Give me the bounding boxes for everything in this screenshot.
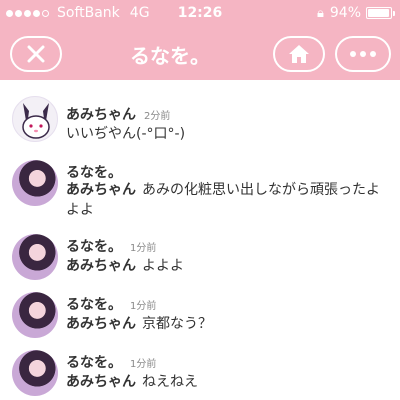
close-icon: [27, 45, 45, 63]
user-name: あみちゃん: [66, 107, 136, 123]
avatar[interactable]: [12, 96, 58, 142]
avatar[interactable]: [12, 350, 58, 396]
message-text: あみちゃん よよよ: [66, 256, 392, 276]
battery-level: [368, 9, 389, 17]
name-row: るなを。 1分前: [66, 294, 156, 314]
close-button[interactable]: [10, 36, 62, 72]
message-body: よよよ: [142, 258, 184, 274]
more-button[interactable]: [335, 36, 391, 72]
user-name: るなを。: [66, 165, 122, 181]
user-name: るなを。: [66, 297, 122, 313]
name-row: あみちゃん 2分前: [66, 104, 170, 124]
name-row: るなを。 1分前: [66, 352, 156, 372]
more-icon: [348, 51, 378, 57]
list-item[interactable]: るなを。 1分前 あみちゃん ねえねえ: [0, 348, 400, 400]
header-bar: SoftBank 4G 12:26 🔒︎ 94% るなを。: [0, 0, 400, 80]
status-right: 🔒︎ 94%: [316, 5, 395, 21]
home-button[interactable]: [273, 36, 325, 72]
message-sender: あみちゃん: [66, 258, 136, 274]
message-text: あみちゃん 京都なう？: [66, 314, 392, 334]
user-name: るなを。: [66, 239, 122, 255]
timestamp: 1分前: [130, 359, 157, 370]
avatar[interactable]: [12, 160, 58, 206]
battery-percent: 94%: [329, 5, 361, 21]
home-icon: [289, 45, 309, 63]
avatar[interactable]: [12, 234, 58, 280]
message-body: 京都なう？: [142, 316, 212, 332]
name-row: るなを。: [66, 162, 122, 182]
name-row: るなを。 1分前: [66, 236, 156, 256]
bunny-avatar-icon: [22, 103, 50, 139]
message-sender: あみちゃん: [66, 374, 136, 390]
timestamp: 1分前: [130, 301, 157, 312]
user-name: るなを。: [66, 355, 122, 371]
message-text: あみちゃん ねえねえ: [66, 372, 392, 392]
message-sender: あみちゃん: [66, 316, 136, 332]
message-text: あみちゃん あみの化粧思い出しながら頑張ったよよよ: [66, 180, 392, 220]
timestamp: 1分前: [130, 243, 157, 254]
page-title: るなを。: [130, 44, 210, 68]
list-item[interactable]: るなを。 あみちゃん あみの化粧思い出しながら頑張ったよよよ: [0, 158, 400, 222]
avatar[interactable]: [12, 292, 58, 338]
message-sender: あみちゃん: [66, 182, 136, 198]
nav-bar: るなを。: [0, 28, 400, 78]
message-body: ねえねえ: [142, 374, 198, 390]
message-text: いいぢやん(-°口°-): [66, 126, 186, 142]
list-item[interactable]: あみちゃん 2分前 いいぢやん(-°口°-): [0, 94, 400, 152]
list-item[interactable]: るなを。 1分前 あみちゃん 京都なう？: [0, 290, 400, 342]
timestamp: 2分前: [144, 111, 171, 122]
status-bar: SoftBank 4G 12:26 🔒︎ 94%: [0, 0, 400, 26]
list-item[interactable]: るなを。 1分前 あみちゃん よよよ: [0, 232, 400, 284]
battery-icon: [366, 7, 395, 19]
message-feed: あみちゃん 2分前 いいぢやん(-°口°-) るなを。 あみちゃん あみの化粧思い…: [0, 80, 400, 400]
rotation-lock-icon: 🔒︎: [316, 5, 324, 21]
